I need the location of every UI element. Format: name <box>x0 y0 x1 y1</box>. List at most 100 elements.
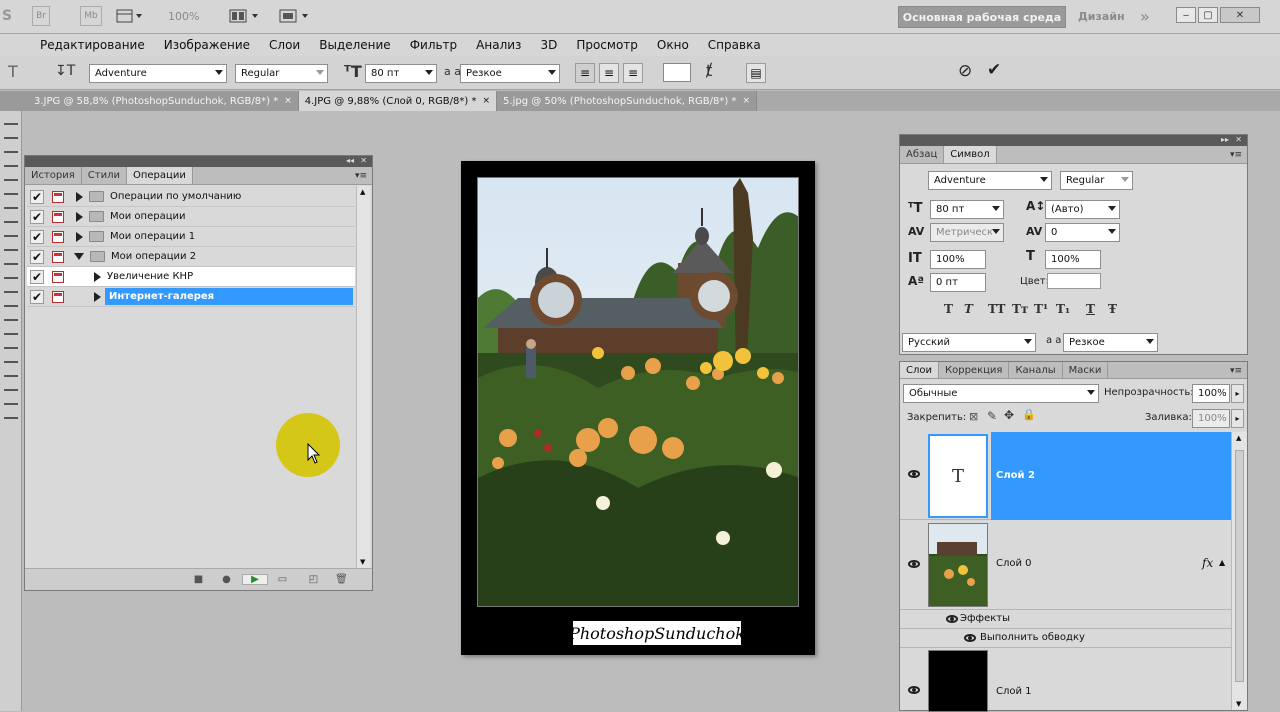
align-left-icon[interactable]: ≡ <box>575 63 595 83</box>
close-tab-icon[interactable]: × <box>742 96 750 106</box>
char-antialias-select[interactable]: Резкое <box>1063 333 1158 352</box>
panel-header[interactable]: ▸▸ ✕ <box>900 135 1247 146</box>
faux-italic-icon[interactable]: T <box>964 302 973 316</box>
menu-filter[interactable]: Фильтр <box>410 38 457 52</box>
toggle-char-panel-icon[interactable]: ▤ <box>746 63 766 83</box>
tab-channels[interactable]: Каналы <box>1009 362 1063 378</box>
char-font-style-select[interactable]: Regular <box>1060 171 1133 190</box>
doc-tab-3jpg[interactable]: 3.JPG @ 58,8% (PhotoshopSunduchok, RGB/8… <box>0 91 299 111</box>
toggle-orientation-icon[interactable]: ↧T <box>55 63 75 79</box>
action-set-row[interactable]: ✔ Мои операции 2 <box>27 247 355 267</box>
commit-edits-icon[interactable]: ✔ <box>987 60 1001 80</box>
new-set-icon[interactable]: ▭ <box>277 574 288 585</box>
font-family-select[interactable]: Adventure <box>89 64 227 83</box>
close-tab-icon[interactable]: × <box>284 96 292 106</box>
action-set-row[interactable]: ✔ Операции по умолчанию <box>27 187 355 207</box>
language-select[interactable]: Русский <box>902 333 1036 352</box>
kerning-select[interactable]: Метрически <box>930 223 1004 242</box>
tracking-select[interactable]: 0 <box>1045 223 1120 242</box>
layers-scrollbar[interactable]: ▲ ▼ <box>1231 432 1247 710</box>
tab-history[interactable]: История <box>25 167 82 184</box>
tab-adjustments[interactable]: Коррекция <box>939 362 1010 378</box>
visibility-eye-icon[interactable] <box>908 686 920 694</box>
scroll-down-icon[interactable]: ▼ <box>1236 700 1241 708</box>
lock-image-icon[interactable]: ✎ <box>987 409 997 423</box>
workspace-essentials-button[interactable]: Основная рабочая среда <box>898 6 1066 28</box>
visibility-eye-icon[interactable] <box>908 560 920 568</box>
menu-select[interactable]: Выделение <box>319 38 390 52</box>
scroll-down-icon[interactable]: ▼ <box>360 558 365 566</box>
blend-mode-select[interactable]: Обычные <box>903 384 1099 403</box>
tools-panel[interactable] <box>0 111 22 711</box>
collapse-icon[interactable]: ▸▸ <box>1221 135 1229 145</box>
font-style-select[interactable]: Regular <box>235 64 328 83</box>
horizontal-scale-input[interactable]: 100% <box>1045 250 1101 269</box>
tab-masks[interactable]: Маски <box>1063 362 1109 378</box>
scrollbar-thumb[interactable] <box>1235 450 1244 682</box>
view-extras-icon[interactable] <box>116 6 146 26</box>
cancel-edits-icon[interactable]: ⊘ <box>958 61 972 81</box>
toggle-check-icon[interactable]: ✔ <box>30 229 44 244</box>
type-tool-preset-icon[interactable]: T <box>8 62 18 81</box>
record-icon[interactable]: ● <box>221 574 232 585</box>
expand-icon[interactable] <box>94 291 101 302</box>
lock-all-icon[interactable]: 🔒 <box>1022 408 1036 421</box>
panel-menu-icon[interactable]: ▾≡ <box>355 171 367 181</box>
arrange-documents-icon[interactable] <box>228 6 262 26</box>
play-icon[interactable]: ▶ <box>242 574 268 585</box>
panel-menu-icon[interactable]: ▾≡ <box>1230 366 1242 376</box>
fx-icon[interactable]: fx <box>1202 556 1213 570</box>
expand-icon[interactable] <box>94 271 101 282</box>
actions-scrollbar[interactable]: ▲ ▼ <box>356 186 370 568</box>
fill-slider-icon[interactable]: ▸ <box>1231 409 1244 428</box>
doc-tab-4jpg[interactable]: 4.JPG @ 9,88% (Слой 0, RGB/8*) * × <box>298 91 498 111</box>
tab-character[interactable]: Символ <box>944 146 997 163</box>
lock-position-icon[interactable]: ✥ <box>1004 408 1014 422</box>
more-workspaces-icon[interactable]: » <box>1140 6 1150 26</box>
action-row-selected[interactable]: ✔ Интернет-галерея <box>27 287 355 307</box>
faux-bold-icon[interactable]: T <box>944 302 953 316</box>
visibility-eye-icon[interactable] <box>908 470 920 478</box>
layer-name[interactable]: Слой 2 <box>996 470 1035 481</box>
stroke-effect-row[interactable]: Выполнить обводку <box>900 629 1231 648</box>
leading-select[interactable]: (Авто) <box>1045 200 1120 219</box>
opacity-slider-icon[interactable]: ▸ <box>1231 384 1244 403</box>
align-right-icon[interactable]: ≡ <box>623 63 643 83</box>
layer-row-selected[interactable]: T Слой 2 <box>900 432 1231 520</box>
dialog-toggle-icon[interactable] <box>52 230 64 243</box>
watermark-text-layer[interactable]: PhotoshopSunduchok <box>569 621 745 645</box>
menu-layers[interactable]: Слои <box>269 38 300 52</box>
menu-edit[interactable]: Редактирование <box>40 38 145 52</box>
lock-transparent-icon[interactable]: ⊠ <box>969 410 978 423</box>
menu-help[interactable]: Справка <box>708 38 761 52</box>
panel-menu-icon[interactable]: ▾≡ <box>1230 150 1242 160</box>
antialias-select[interactable]: Резкое <box>460 64 560 83</box>
dialog-toggle-icon[interactable] <box>52 190 64 203</box>
new-action-icon[interactable]: ◰ <box>308 574 319 585</box>
mini-bridge-button[interactable]: Mb <box>80 6 102 26</box>
align-center-icon[interactable]: ≡ <box>599 63 619 83</box>
baseline-shift-input[interactable]: 0 пт <box>930 273 986 292</box>
workspace-design-button[interactable]: Дизайн <box>1078 10 1125 23</box>
trash-icon[interactable]: 🗑 <box>335 574 348 585</box>
minimize-icon[interactable]: ‒ <box>1176 7 1196 23</box>
char-font-family-select[interactable]: Adventure <box>928 171 1052 190</box>
doc-tab-5jpg[interactable]: 5.jpg @ 50% (PhotoshopSunduchok, RGB/8*)… <box>497 91 757 111</box>
effects-eye-icon[interactable] <box>946 615 958 623</box>
close-panel-icon[interactable]: ✕ <box>1235 135 1242 145</box>
bridge-button[interactable]: Br <box>32 6 50 26</box>
subscript-icon[interactable]: T₁ <box>1056 302 1070 316</box>
collapse-icon[interactable] <box>74 253 84 260</box>
toggle-check-icon[interactable]: ✔ <box>30 189 44 204</box>
tab-actions[interactable]: Операции <box>127 167 193 184</box>
superscript-icon[interactable]: T¹ <box>1034 302 1048 316</box>
effects-row[interactable]: Эффекты <box>900 610 1231 629</box>
dialog-toggle-icon[interactable] <box>52 290 64 303</box>
menu-image[interactable]: Изображение <box>164 38 250 52</box>
toggle-check-icon[interactable]: ✔ <box>30 249 44 264</box>
dialog-toggle-icon[interactable] <box>52 250 64 263</box>
char-size-select[interactable]: 80 пт <box>930 200 1004 219</box>
collapse-icon[interactable]: ◂◂ <box>346 156 354 166</box>
stop-icon[interactable]: ■ <box>193 574 204 585</box>
dialog-toggle-icon[interactable] <box>52 210 64 223</box>
